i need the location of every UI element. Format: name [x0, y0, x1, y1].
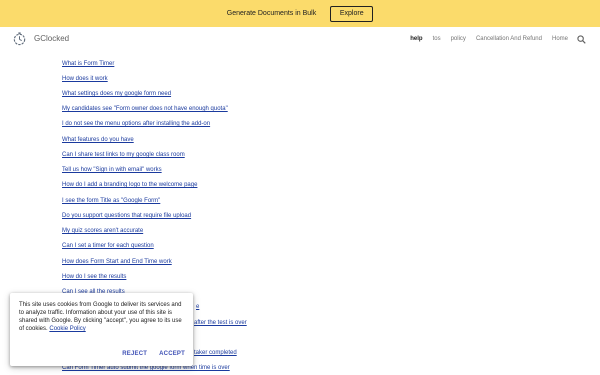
cookie-actions: REJECT ACCEPT: [110, 351, 185, 357]
site-title[interactable]: GClocked: [34, 34, 69, 43]
faq-link[interactable]: How does Form Start and End Time work: [62, 259, 172, 265]
site-header: GClocked help tos policy Cancellation An…: [0, 27, 600, 51]
nav-item-help[interactable]: help: [410, 36, 422, 42]
faq-link[interactable]: How do I add a branding logo to the welc…: [62, 182, 197, 188]
promo-banner: Generate Documents in Bulk Explore: [0, 0, 600, 27]
main-nav: help tos policy Cancellation And Refund …: [400, 27, 586, 51]
banner-text: Generate Documents in Bulk: [226, 10, 317, 17]
faq-link[interactable]: Do you support questions that require fi…: [62, 213, 191, 219]
nav-item-tos[interactable]: tos: [433, 36, 441, 42]
stopwatch-icon[interactable]: [12, 31, 27, 46]
faq-link[interactable]: e: [196, 304, 199, 310]
faq-link[interactable]: Can I set a timer for each question: [62, 243, 154, 249]
faq-link[interactable]: taker completed: [194, 350, 237, 356]
faq-link[interactable]: What is Form Timer: [62, 61, 114, 67]
faq-link[interactable]: How does it work: [62, 76, 108, 82]
search-icon[interactable]: [577, 34, 586, 44]
faq-link[interactable]: My quiz scores aren't accurate: [62, 228, 143, 234]
faq-link[interactable]: Can I share test links to my google clas…: [62, 152, 185, 158]
cookie-notice: This site uses cookies from Google to de…: [10, 293, 193, 366]
nav-item-policy[interactable]: policy: [451, 36, 466, 42]
faq-link[interactable]: How do I see the results: [62, 274, 126, 280]
cookie-text: This site uses cookies from Google to de…: [19, 301, 185, 333]
nav-item-cancellation-refund[interactable]: Cancellation And Refund: [476, 36, 542, 42]
faq-link[interactable]: after the test is over: [194, 320, 247, 326]
faq-link[interactable]: What features do you have: [62, 137, 134, 143]
faq-link[interactable]: What settings does my google form need: [62, 91, 171, 97]
cookie-message: This site uses cookies from Google to de…: [19, 302, 182, 332]
faq-link[interactable]: I see the form Title as "Google Form": [62, 198, 160, 204]
faq-link[interactable]: Tell us how "Sign in with email" works: [62, 167, 162, 173]
nav-item-home[interactable]: Home: [552, 36, 568, 42]
reject-button[interactable]: REJECT: [122, 351, 147, 357]
faq-link[interactable]: I do not see the menu options after inst…: [62, 121, 210, 127]
cookie-policy-link[interactable]: Cookie Policy: [49, 326, 85, 332]
accept-button[interactable]: ACCEPT: [159, 351, 185, 357]
faq-link[interactable]: My candidates see "Form owner does not h…: [62, 106, 228, 112]
explore-button[interactable]: Explore: [330, 5, 374, 22]
